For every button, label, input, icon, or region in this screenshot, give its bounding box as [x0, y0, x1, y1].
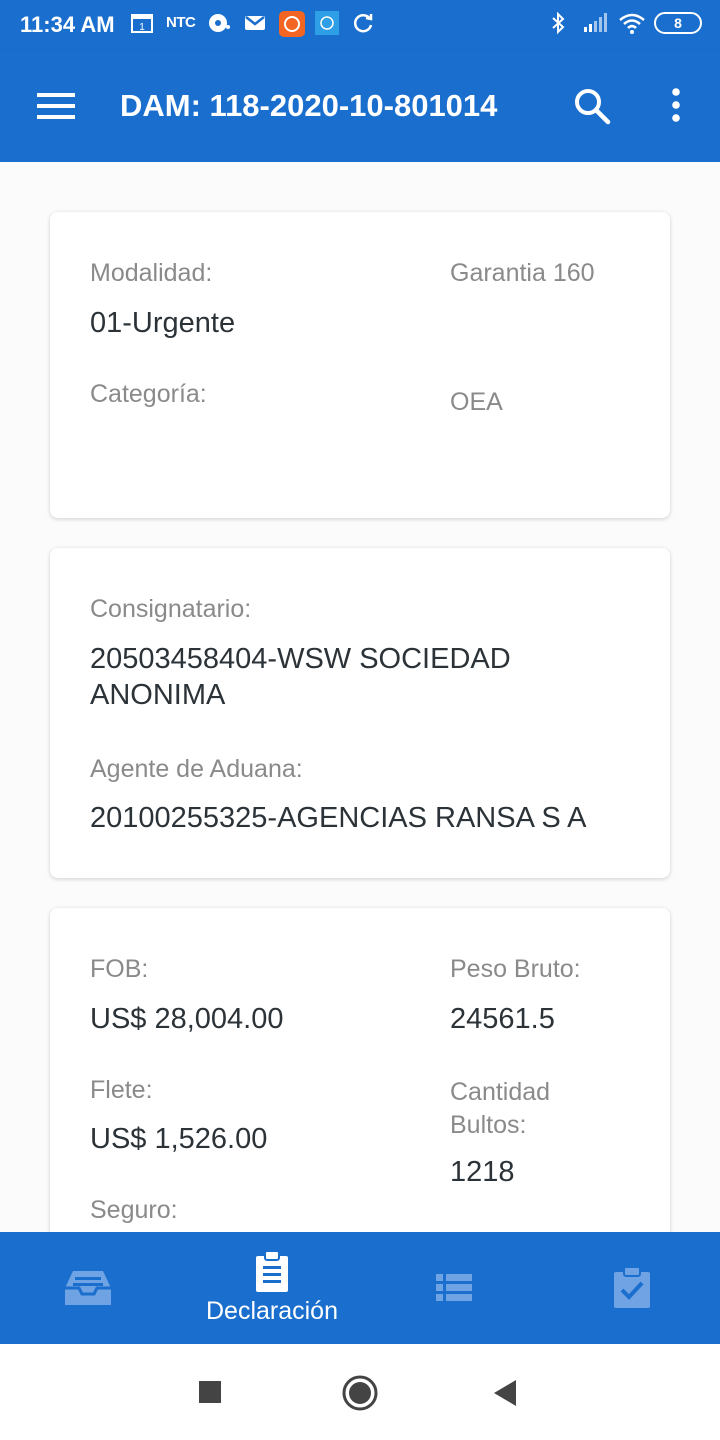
battery-icon: 8 — [654, 12, 702, 34]
garantia-label: Garantia 160 — [450, 259, 595, 287]
system-navigation-bar — [0, 1344, 720, 1440]
recent-apps-icon[interactable] — [198, 1380, 222, 1404]
menu-button[interactable] — [28, 84, 76, 128]
app-blue-icon — [315, 11, 340, 35]
nav-label-declaracion: Declaración — [205, 1296, 338, 1325]
signal-icon — [582, 11, 607, 35]
oea-label: OEA — [450, 388, 503, 416]
list-icon — [436, 1274, 472, 1301]
categoria-label: Categoría: — [90, 380, 207, 408]
app-bar: DAM: 118-2020-10-801014 — [0, 50, 720, 162]
notification-icons: 1 NTC — [130, 11, 375, 37]
fob-value: US$ 28,004.00 — [90, 1003, 284, 1035]
peso-bruto-value: 24561.5 — [450, 1003, 555, 1035]
bluetooth-icon — [546, 11, 570, 35]
fob-label: FOB: — [90, 955, 149, 983]
flete-label: Flete: — [90, 1076, 153, 1104]
modalidad-card: Modalidad: Garantia 160 01-Urgente Categ… — [50, 212, 670, 518]
drive-icon — [207, 11, 231, 35]
search-button[interactable] — [568, 82, 616, 130]
cantidad-bultos-label: Cantidad Bultos: — [450, 1078, 551, 1139]
status-time: 11:34 AM — [20, 12, 115, 37]
app-orange-icon — [279, 11, 306, 37]
nav-item-verificacion[interactable] — [572, 1232, 692, 1344]
system-icons: 8 — [546, 11, 702, 35]
status-bar: 11:34 AM 1 NTC 8 — [0, 0, 720, 50]
sync-icon — [351, 11, 375, 35]
modalidad-value: 01-Urgente — [90, 307, 236, 339]
clipboard-check-icon — [614, 1267, 650, 1308]
consignatario-card: Consignatario: 20503458404-WSW SOCIEDAD … — [50, 548, 670, 878]
page-title: DAM: 118-2020-10-801014 — [120, 88, 498, 123]
bottom-navigation: Declaración — [0, 1232, 720, 1344]
agente-label: Agente de Aduana: — [90, 755, 303, 783]
peso-bruto-label: Peso Bruto: — [450, 955, 581, 983]
seguro-label: Seguro: — [90, 1196, 178, 1224]
clipboard-icon — [256, 1250, 288, 1292]
cantidad-bultos-value: 1218 — [450, 1156, 515, 1188]
svg-text:1: 1 — [139, 22, 145, 33]
declaration-content[interactable]: Modalidad: Garantia 160 01-Urgente Categ… — [0, 162, 720, 1232]
flete-value: US$ 1,526.00 — [90, 1123, 268, 1155]
menu-icon — [37, 93, 75, 119]
search-icon — [575, 89, 611, 125]
gmail-icon — [243, 11, 267, 35]
nav-item-inbox[interactable] — [28, 1232, 148, 1344]
valores-card: FOB: Peso Bruto: US$ 28,004.00 24561.5 F… — [50, 908, 670, 1232]
nav-item-declaracion[interactable]: Declaración — [182, 1232, 362, 1344]
more-vert-icon — [672, 88, 680, 122]
agente-value: 20100255325-AGENCIAS RANSA S A — [90, 802, 587, 834]
consignatario-value: 20503458404-WSW SOCIEDAD ANONIMA — [90, 643, 511, 711]
inbox-icon — [65, 1271, 111, 1305]
back-icon[interactable] — [492, 1378, 518, 1408]
home-icon[interactable] — [341, 1374, 379, 1412]
modalidad-label: Modalidad: — [90, 259, 213, 287]
consignatario-label: Consignatario: — [90, 595, 252, 623]
nav-item-list[interactable] — [394, 1232, 514, 1344]
calendar-icon: 1 — [130, 11, 154, 35]
wifi-icon — [618, 11, 645, 35]
more-options-button[interactable] — [660, 82, 692, 130]
nike-ntc-icon: NTC — [166, 14, 196, 31]
